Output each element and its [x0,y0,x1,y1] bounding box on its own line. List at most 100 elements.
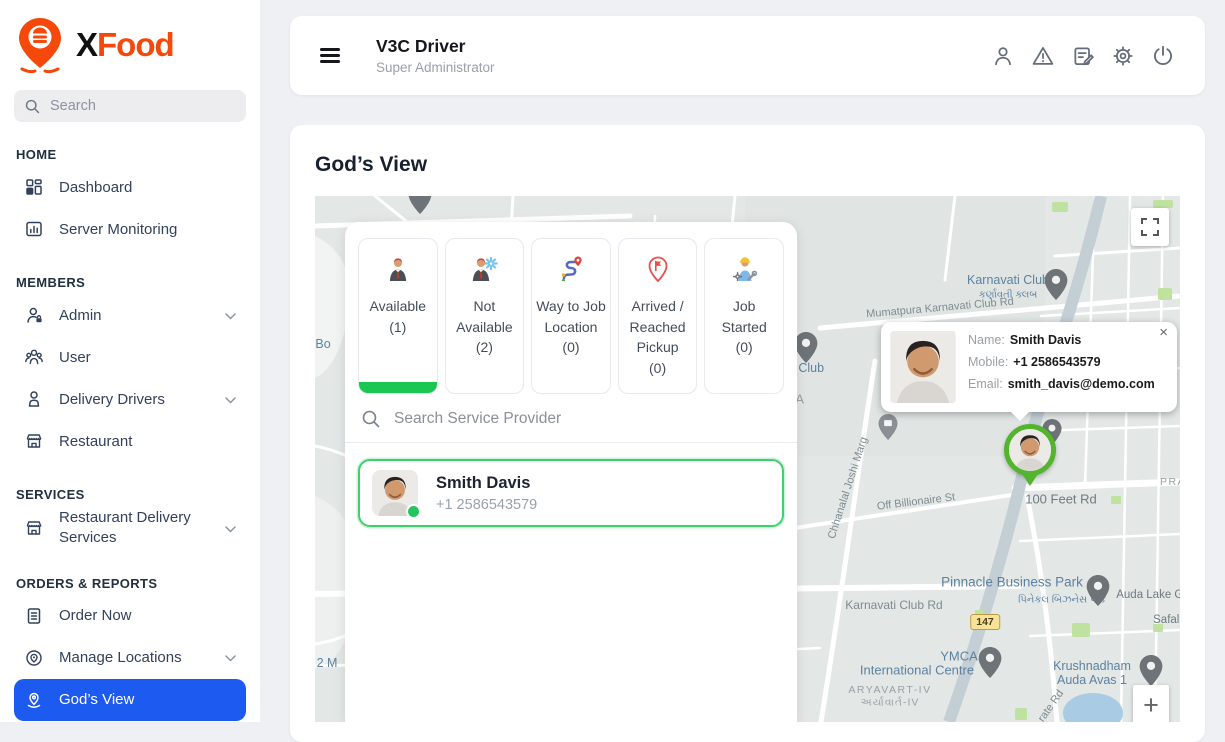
storefront-icon [24,431,44,451]
sidebar-item-label: Dashboard [59,179,132,196]
popup-avatar [890,331,956,403]
sidebar: XFood HOME Dashboard Server Monitoring M… [0,0,260,722]
status-card-arrived-pickup[interactable]: Arrived / Reached Pickup (0) [618,238,698,394]
area-label: PRA [1160,476,1180,488]
power-icon[interactable] [1151,44,1175,68]
sidebar-item-server-monitoring[interactable]: Server Monitoring [14,208,246,250]
route-shield: 147 [970,614,1000,630]
status-card-job-started[interactable]: Job Started (0) [704,238,784,394]
sidebar-search-input[interactable] [50,98,220,114]
section-members: MEMBERS [16,275,244,290]
provider-search[interactable] [345,409,797,443]
road-label: Auda Lake Ga [1116,589,1180,601]
app-subtitle: Super Administrator [376,60,495,75]
place-label: Pinnacle Business Park [941,575,1083,590]
road-label: Safal R [1153,614,1180,626]
admin-icon [24,305,44,325]
available-driver-icon [359,252,437,286]
map[interactable]: Mumatpura Karnavati Club Rd Karnavati Cl… [315,196,1180,722]
place-label: Bo [315,337,330,351]
sidebar-item-gods-view[interactable]: God’s View [14,679,246,721]
content-card: God’s View [290,125,1205,742]
sidebar-item-delivery-drivers[interactable]: Delivery Drivers [14,378,246,420]
status-card-label: Available [359,296,437,317]
sidebar-nav: HOME Dashboard Server Monitoring MEMBERS… [0,147,260,721]
location-circle-icon [24,648,44,668]
map-pin-icon[interactable] [979,647,1002,678]
driver-map-marker[interactable] [1004,424,1056,494]
marker-tail [1022,474,1038,494]
place-label: Auda Avas 1 [1057,673,1127,687]
menu-icon[interactable] [320,45,340,66]
status-card-way-to-job[interactable]: Way to Job Location (0) [531,238,611,394]
status-card-label: Arrived / Reached Pickup [619,296,697,358]
close-icon[interactable]: × [1159,324,1168,341]
sidebar-item-label: Restaurant Delivery Services [59,508,207,549]
dashboard-icon [24,177,44,197]
sidebar-item-restaurant[interactable]: Restaurant [14,420,246,462]
brand-pin-icon [14,16,66,74]
section-services: SERVICES [16,487,244,502]
logo[interactable]: XFood [0,0,260,86]
place-label: Krushnadham [1053,659,1131,673]
driver-icon [24,389,44,409]
status-card-not-available[interactable]: Not Available (2) [445,238,525,394]
name-label: Name: [968,333,1005,347]
section-home: HOME [16,147,244,162]
status-card-count: (1) [359,317,437,338]
status-card-count: (0) [532,337,610,358]
fullscreen-button[interactable] [1131,208,1169,246]
area-label-gujarati: અર્યાવાર્ત-IV [861,697,920,710]
driver-name: Smith Davis [436,474,537,493]
alerts-icon[interactable] [1031,44,1055,68]
sidebar-item-user[interactable]: User [14,336,246,378]
sidebar-search[interactable] [14,90,246,122]
zoom-in-button[interactable]: + [1133,685,1169,722]
sidebar-item-label: Admin [59,307,102,324]
mobile-label: Mobile: [968,355,1008,369]
map-pin-icon[interactable] [1140,655,1163,686]
status-card-available[interactable]: Available (1) [358,238,438,394]
route-icon [532,252,610,286]
gear-icon[interactable] [1111,44,1135,68]
not-available-driver-icon [446,252,524,286]
email-value: smith_davis@demo.com [1008,377,1155,391]
lodging-pin-icon[interactable] [878,414,898,440]
sidebar-item-label: God’s View [59,691,134,708]
sidebar-item-restaurant-delivery-services[interactable]: Restaurant Delivery Services [14,506,246,551]
sidebar-item-label: Server Monitoring [59,221,177,238]
chevron-down-icon [225,307,236,324]
status-card-label: Not Available [446,296,524,337]
chevron-down-icon [225,649,236,666]
search-icon [361,409,381,429]
map-pin-icon[interactable] [1087,575,1110,606]
road-label: Karnavati Club Rd [845,598,942,612]
name-value: Smith Davis [1010,333,1082,347]
driver-list-item[interactable]: Smith Davis +1 2586543579 [358,459,784,527]
sidebar-item-admin[interactable]: Admin [14,294,246,336]
map-pin-icon[interactable] [409,196,432,214]
sidebar-item-label: Manage Locations [59,649,182,666]
topbar-actions [991,44,1175,68]
mobile-value: +1 2586543579 [1013,355,1100,369]
storefront-icon [24,518,44,538]
brand-food: Food [97,26,174,63]
driver-phone: +1 2586543579 [436,497,537,513]
place-label: International Centre [860,663,974,678]
map-pin-icon[interactable] [1045,269,1068,300]
map-pin-icon[interactable] [795,332,818,363]
fullscreen-icon [1141,218,1159,236]
profile-icon[interactable] [991,44,1015,68]
reports-icon[interactable] [1071,44,1095,68]
status-cards: Available (1) Not Available (2) Way to J… [345,238,797,394]
sidebar-item-dashboard[interactable]: Dashboard [14,166,246,208]
app-title-block: V3C Driver Super Administrator [376,36,495,75]
page-title: God’s View [315,153,427,177]
section-orders-reports: ORDERS & REPORTS [16,576,244,591]
brand-x: X [76,26,97,63]
sidebar-item-manage-locations[interactable]: Manage Locations [14,637,246,679]
place-label: YMCA [940,649,978,664]
sidebar-item-order-now[interactable]: Order Now [14,595,246,637]
arrived-pin-icon [619,252,697,286]
provider-search-input[interactable] [394,410,724,428]
